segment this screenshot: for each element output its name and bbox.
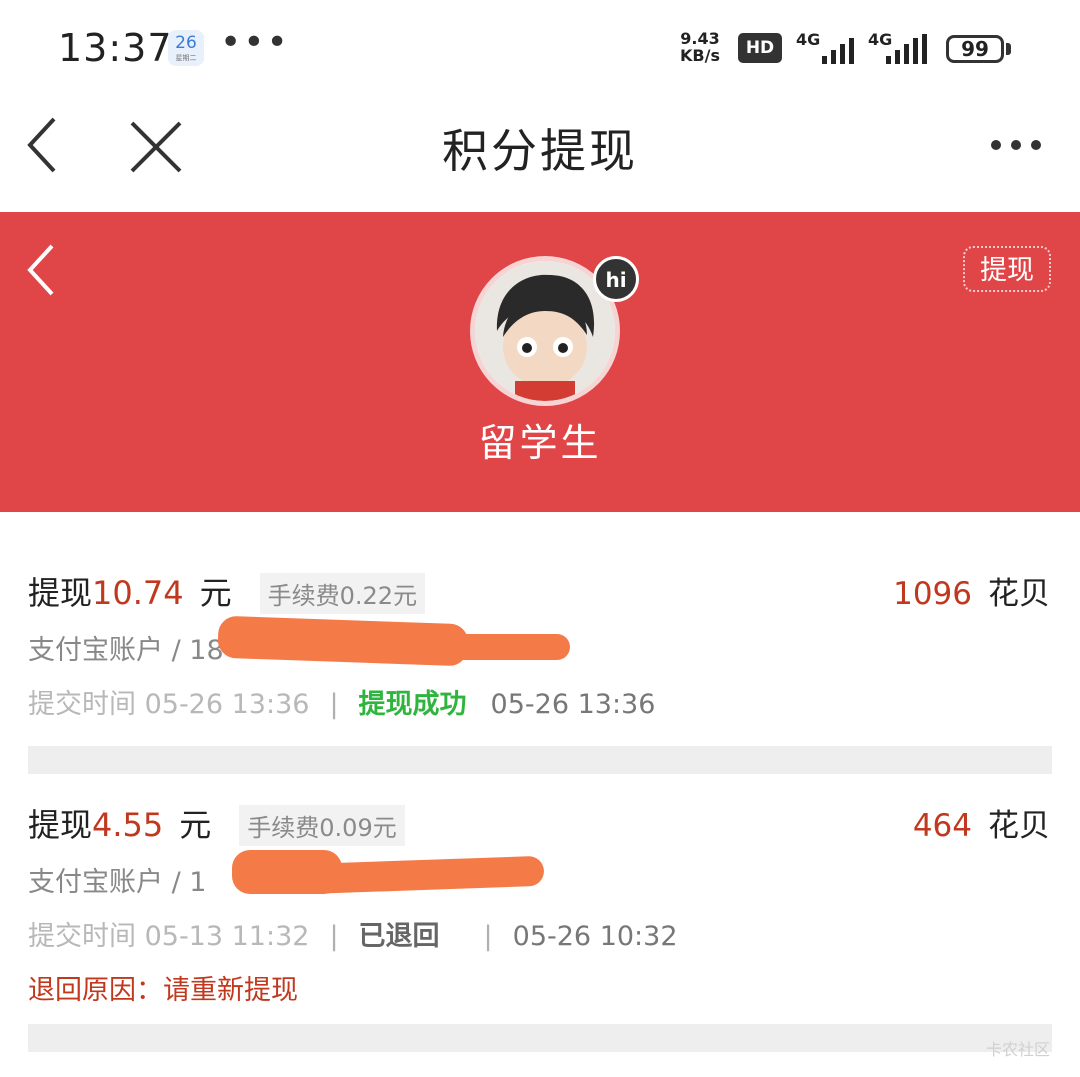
profile-header: 提现 hi 留学生 — [0, 212, 1080, 512]
more-icon[interactable] — [984, 125, 1048, 165]
watermark: 卡农社区 — [986, 1040, 1051, 1059]
submit-time: 提交时间 05-26 13:36 — [28, 689, 310, 720]
section-divider — [28, 746, 1052, 774]
calendar-icon: 26 星期二 — [168, 30, 204, 66]
points-value: 1096 — [893, 576, 972, 612]
status-time: 05-26 13:36 — [490, 689, 656, 720]
header-back-icon[interactable] — [24, 242, 64, 298]
record-amount: 10.74 — [92, 574, 184, 612]
record-fee: 手续费0.22元 — [259, 573, 426, 614]
nav-bar: 积分提现 — [0, 95, 1080, 212]
return-reason: 退回原因：请重新提现 — [28, 975, 298, 1006]
status-success: 提现成功 — [358, 689, 467, 720]
record-unit: 元 — [199, 574, 232, 612]
status-time: 13:37 — [58, 26, 173, 70]
points-label: 花贝 — [988, 808, 1050, 844]
signal-icon — [812, 36, 862, 64]
record-summary: 提现 4.55 元 手续费0.09元 — [28, 800, 405, 850]
battery-tip — [1006, 43, 1011, 55]
record-summary: 提现 10.74 元 手续费0.22元 — [28, 568, 426, 618]
record-time-line: 提交时间 05-26 13:36 | 提现成功 05-26 13:36 — [28, 682, 655, 721]
page-title: 积分提现 — [442, 124, 638, 178]
record-account: 支付宝账户 / 1 — [28, 867, 207, 898]
hd-icon: HD — [738, 33, 782, 63]
signal-icon — [884, 34, 934, 64]
battery-icon: 99 — [946, 35, 1004, 63]
status-time: 05-26 10:32 — [512, 921, 678, 952]
points-value: 464 — [912, 808, 972, 844]
record-time-line: 提交时间 05-13 11:32 | 已退回 | 05-26 10:32 — [28, 914, 678, 953]
record-prefix: 提现 — [28, 574, 93, 612]
record-amount: 4.55 — [92, 806, 164, 844]
section-divider — [28, 1024, 1052, 1052]
more-notifications-icon: ••• — [220, 22, 290, 63]
network-speed: 9.43 KB/s — [680, 29, 720, 65]
status-bar: 13:37 26 星期二 ••• 9.43 KB/s HD 4G 4G 99 — [0, 0, 1080, 95]
separator: | — [329, 689, 339, 720]
record-points: 1096 花贝 — [893, 568, 1050, 613]
hi-badge: hi — [593, 256, 639, 302]
separator: | — [329, 921, 339, 952]
record-points: 464 花贝 — [913, 800, 1050, 845]
points-label: 花贝 — [988, 576, 1050, 612]
withdraw-button[interactable]: 提现 — [963, 246, 1051, 292]
submit-time: 提交时间 05-13 11:32 — [28, 921, 310, 952]
record-fee: 手续费0.09元 — [239, 805, 405, 846]
separator: | — [483, 921, 493, 952]
record-unit: 元 — [179, 806, 212, 844]
username: 留学生 — [478, 421, 602, 465]
status-returned: 已退回 — [358, 921, 440, 952]
redaction-mark — [330, 634, 570, 660]
record-account: 支付宝账户 / 18 — [28, 635, 224, 666]
record-prefix: 提现 — [28, 806, 93, 844]
